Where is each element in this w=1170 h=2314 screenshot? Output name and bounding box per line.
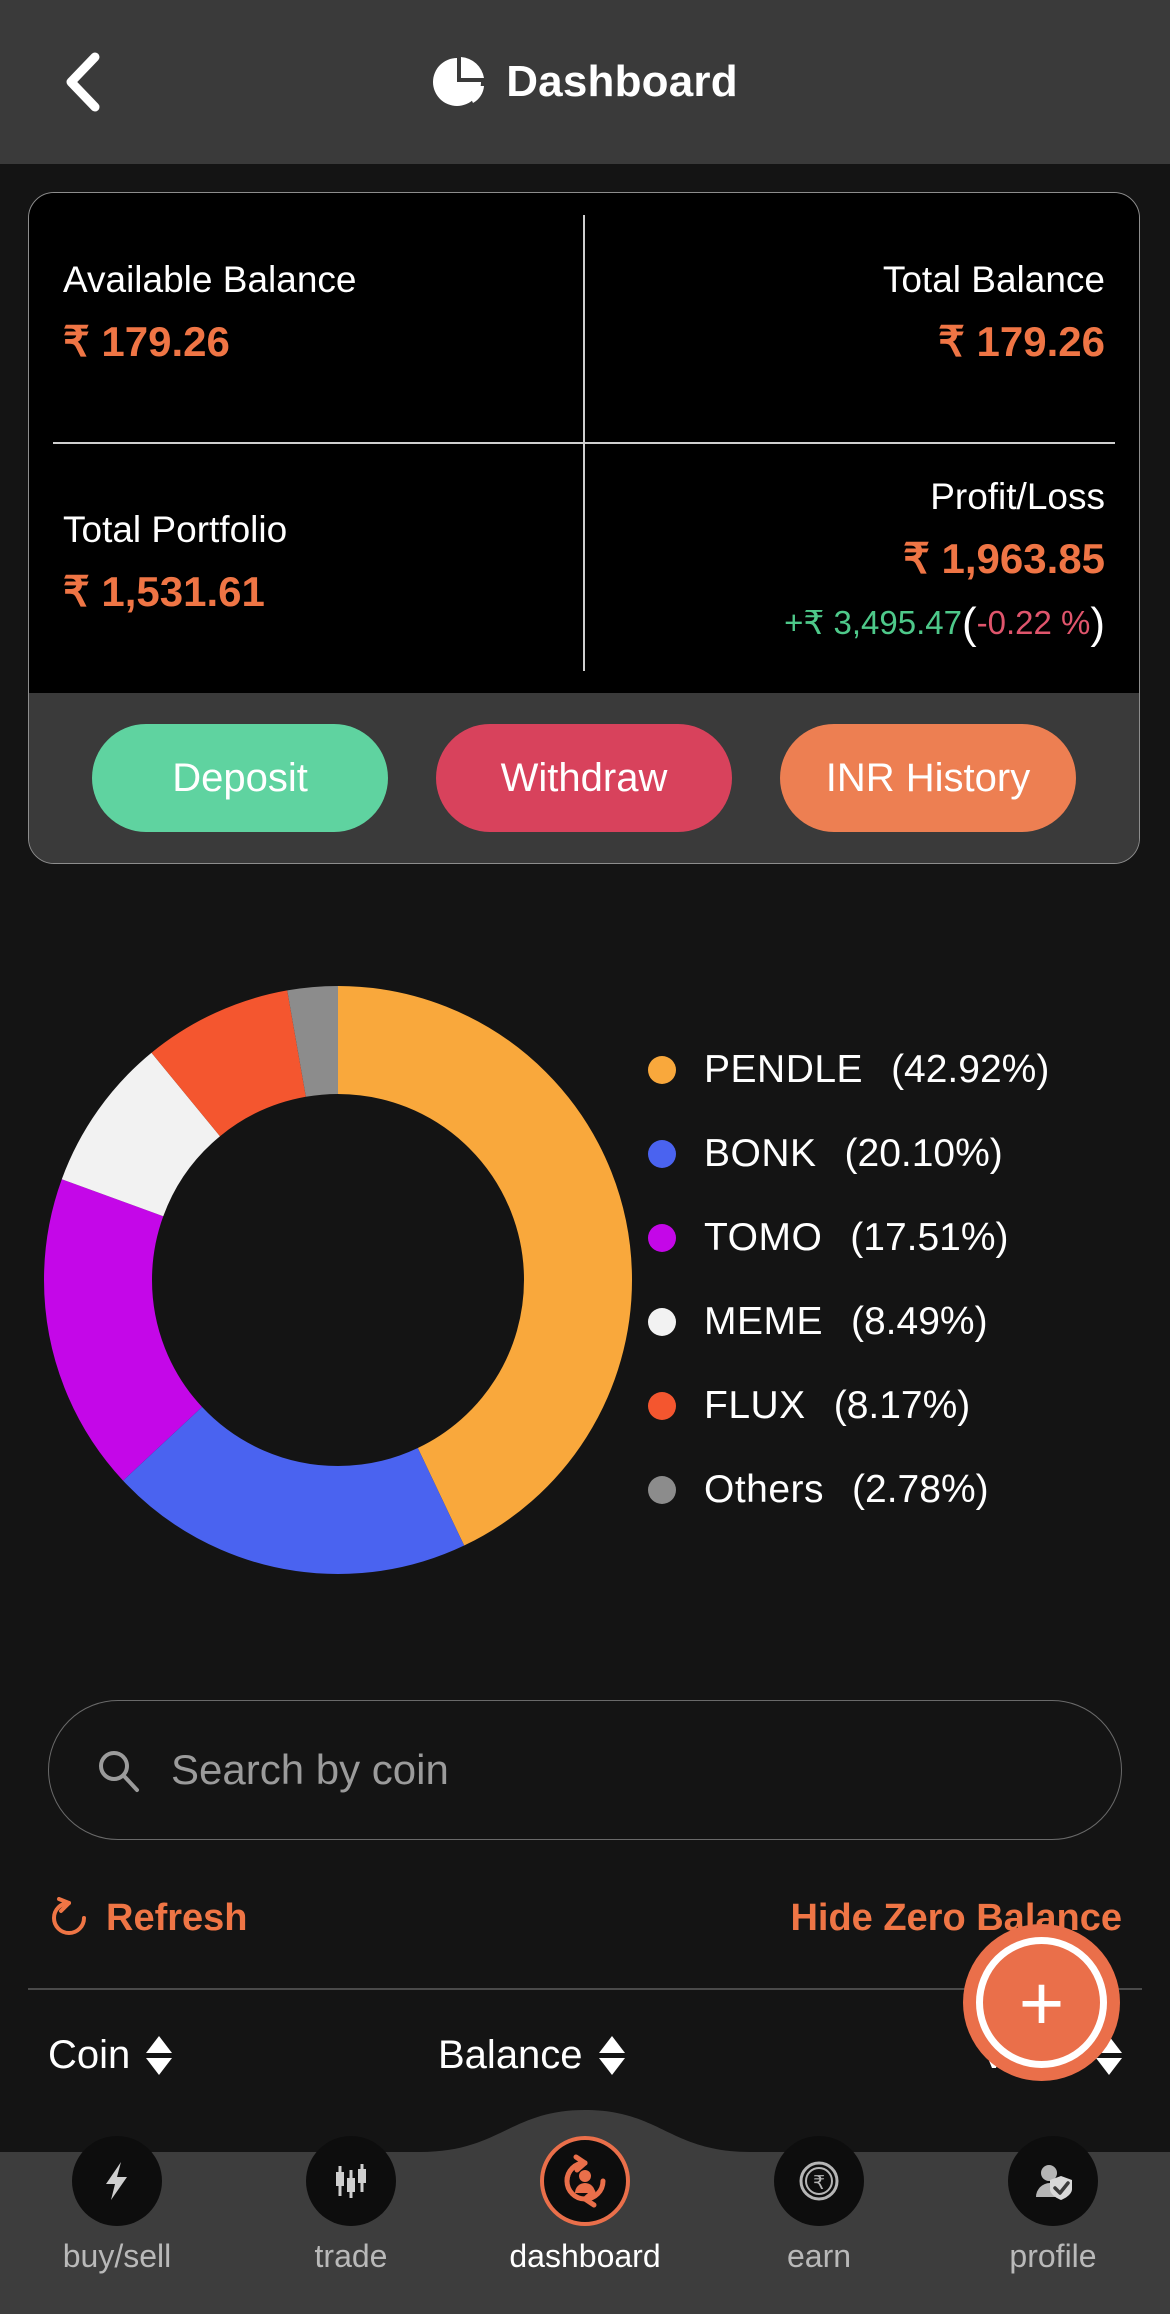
inr-history-button[interactable]: INR History	[780, 724, 1076, 832]
legend-item-tomo: TOMO (17.51%)	[648, 1216, 1049, 1260]
search-icon	[99, 1751, 139, 1792]
legend-percent: (17.51%)	[850, 1216, 1009, 1259]
nav-item-earn[interactable]: ₹ earn	[702, 2136, 936, 2275]
nav-item-profile[interactable]: profile	[936, 2136, 1170, 2275]
portfolio-refresh-icon	[564, 2154, 606, 2208]
legend-item-others: Others (2.78%)	[648, 1468, 1049, 1512]
legend-percent: (8.17%)	[833, 1384, 971, 1427]
list-controls: Refresh Hide Zero Balance	[48, 1878, 1122, 1958]
paren-open: (	[961, 599, 977, 648]
column-label-coin: Coin	[48, 2032, 131, 2077]
sort-updown-icon	[598, 2035, 625, 2075]
total-portfolio-label: Total Portfolio	[63, 509, 288, 550]
legend-label: MEME	[704, 1300, 823, 1343]
legend-label: PENDLE	[704, 1048, 864, 1091]
nav-items: buy/sell trade dashboard ₹ earn profile	[0, 2110, 1170, 2314]
legend-color-dot	[648, 1224, 676, 1252]
rupee-coin-icon: ₹	[799, 2161, 839, 2201]
legend-percent: (42.92%)	[891, 1048, 1050, 1091]
nav-icon-wrap	[1008, 2136, 1098, 2226]
deposit-button[interactable]: Deposit	[92, 724, 388, 832]
nav-icon-wrap	[540, 2136, 630, 2226]
profit-change-amount: +₹ 3,495.47	[784, 604, 962, 641]
nav-label-profile: profile	[1009, 2238, 1097, 2274]
sort-updown-icon	[146, 2035, 173, 2075]
nav-item-trade[interactable]: trade	[234, 2136, 468, 2275]
legend-percent: (20.10%)	[844, 1132, 1003, 1175]
donut-svg	[44, 986, 632, 1574]
legend-color-dot	[648, 1140, 676, 1168]
nav-icon-wrap	[72, 2136, 162, 2226]
total-balance-cell: Total Balance ₹ 179.26	[584, 193, 1139, 432]
profit-loss-cell: Profit/Loss ₹ 1,963.85 +₹ 3,495.47(-0.22…	[584, 432, 1139, 693]
balance-grid: Available Balance ₹ 179.26 Total Balance…	[29, 193, 1139, 693]
profit-loss-value: ₹ 1,963.85	[903, 535, 1105, 582]
available-balance-label: Available Balance	[63, 259, 357, 300]
paren-close: )	[1090, 599, 1105, 648]
add-button[interactable]: +	[963, 1924, 1120, 2081]
search-input[interactable]: Search by coin	[48, 1700, 1122, 1840]
pie-chart-icon	[433, 57, 485, 106]
search-placeholder: Search by coin	[171, 1746, 449, 1793]
legend-percent: (2.78%)	[852, 1468, 989, 1511]
nav-icon-wrap	[306, 2136, 396, 2226]
column-label-balance: Balance	[438, 2032, 583, 2077]
legend-color-dot	[648, 1476, 676, 1504]
refresh-icon	[52, 1897, 86, 1935]
nav-label-earn: earn	[786, 2238, 852, 2274]
profit-change-pct: -0.22 %	[976, 604, 1091, 641]
available-balance-value: ₹ 179.26	[63, 318, 230, 365]
balance-actions: Deposit Withdraw INR History	[29, 693, 1139, 863]
dashboard-screen: Dashboard Available Balance ₹ 179.26 Tot…	[0, 0, 1170, 2314]
legend-item-bonk: BONK (20.10%)	[648, 1132, 1049, 1176]
coin-table-header: Coin Balance Value	[48, 2010, 1122, 2100]
donut-chart	[38, 980, 638, 1580]
chevron-left-icon	[66, 52, 100, 112]
portfolio-allocation-chart: PENDLE (42.92%) BONK (20.10%) TOMO (17.51%) ME…	[0, 960, 1170, 1600]
legend-label: TOMO	[704, 1216, 823, 1259]
plus-icon: +	[1018, 1958, 1065, 2047]
profit-loss-change: +₹ 3,495.47(-0.22 %)	[784, 599, 1105, 649]
header-title-group: Dashboard	[432, 55, 738, 109]
bottom-navigation: buy/sell trade dashboard ₹ earn profile	[0, 2110, 1170, 2314]
legend-label: BONK	[704, 1132, 817, 1175]
balance-card: Available Balance ₹ 179.26 Total Balance…	[28, 192, 1140, 864]
total-portfolio-cell: Total Portfolio ₹ 1,531.61	[29, 432, 584, 693]
lightning-bolt-icon	[106, 2162, 127, 2200]
legend-item-meme: MEME (8.49%)	[648, 1300, 1049, 1344]
back-button[interactable]	[48, 47, 118, 117]
nav-item-buy-sell[interactable]: buy/sell	[0, 2136, 234, 2275]
nav-icon-wrap: ₹	[774, 2136, 864, 2226]
legend-percent: (8.49%)	[851, 1300, 988, 1343]
nav-label-buy-sell: buy/sell	[62, 2238, 172, 2274]
chart-legend: PENDLE (42.92%) BONK (20.10%) TOMO (17.51%) ME…	[648, 1048, 1049, 1512]
legend-label: FLUX	[704, 1384, 806, 1427]
legend-label: Others	[704, 1468, 825, 1511]
column-header-balance[interactable]: Balance	[438, 2033, 828, 2078]
app-header: Dashboard	[0, 0, 1170, 164]
withdraw-button[interactable]: Withdraw	[436, 724, 732, 832]
nav-label-dashboard: dashboard	[509, 2238, 661, 2274]
total-portfolio-value: ₹ 1,531.61	[63, 568, 265, 615]
nav-label-trade: trade	[314, 2238, 388, 2274]
column-header-coin[interactable]: Coin	[48, 2033, 438, 2078]
profit-loss-label: Profit/Loss	[930, 476, 1105, 517]
candlestick-chart-icon	[336, 2164, 366, 2198]
page-title: Dashboard	[506, 57, 738, 106]
svg-text:₹: ₹	[813, 2172, 825, 2194]
legend-item-pendle: PENDLE (42.92%)	[648, 1048, 1049, 1092]
legend-color-dot	[648, 1308, 676, 1336]
nav-item-dashboard[interactable]: dashboard	[468, 2136, 702, 2275]
refresh-button[interactable]: Refresh	[48, 1897, 248, 1940]
total-balance-value: ₹ 179.26	[938, 318, 1105, 365]
available-balance-cell: Available Balance ₹ 179.26	[29, 193, 584, 432]
legend-color-dot	[648, 1056, 676, 1084]
user-shield-icon	[1036, 2165, 1072, 2200]
legend-item-flux: FLUX (8.17%)	[648, 1384, 1049, 1428]
refresh-label: Refresh	[106, 1896, 248, 1939]
legend-color-dot	[648, 1392, 676, 1420]
total-balance-label: Total Balance	[882, 259, 1105, 300]
